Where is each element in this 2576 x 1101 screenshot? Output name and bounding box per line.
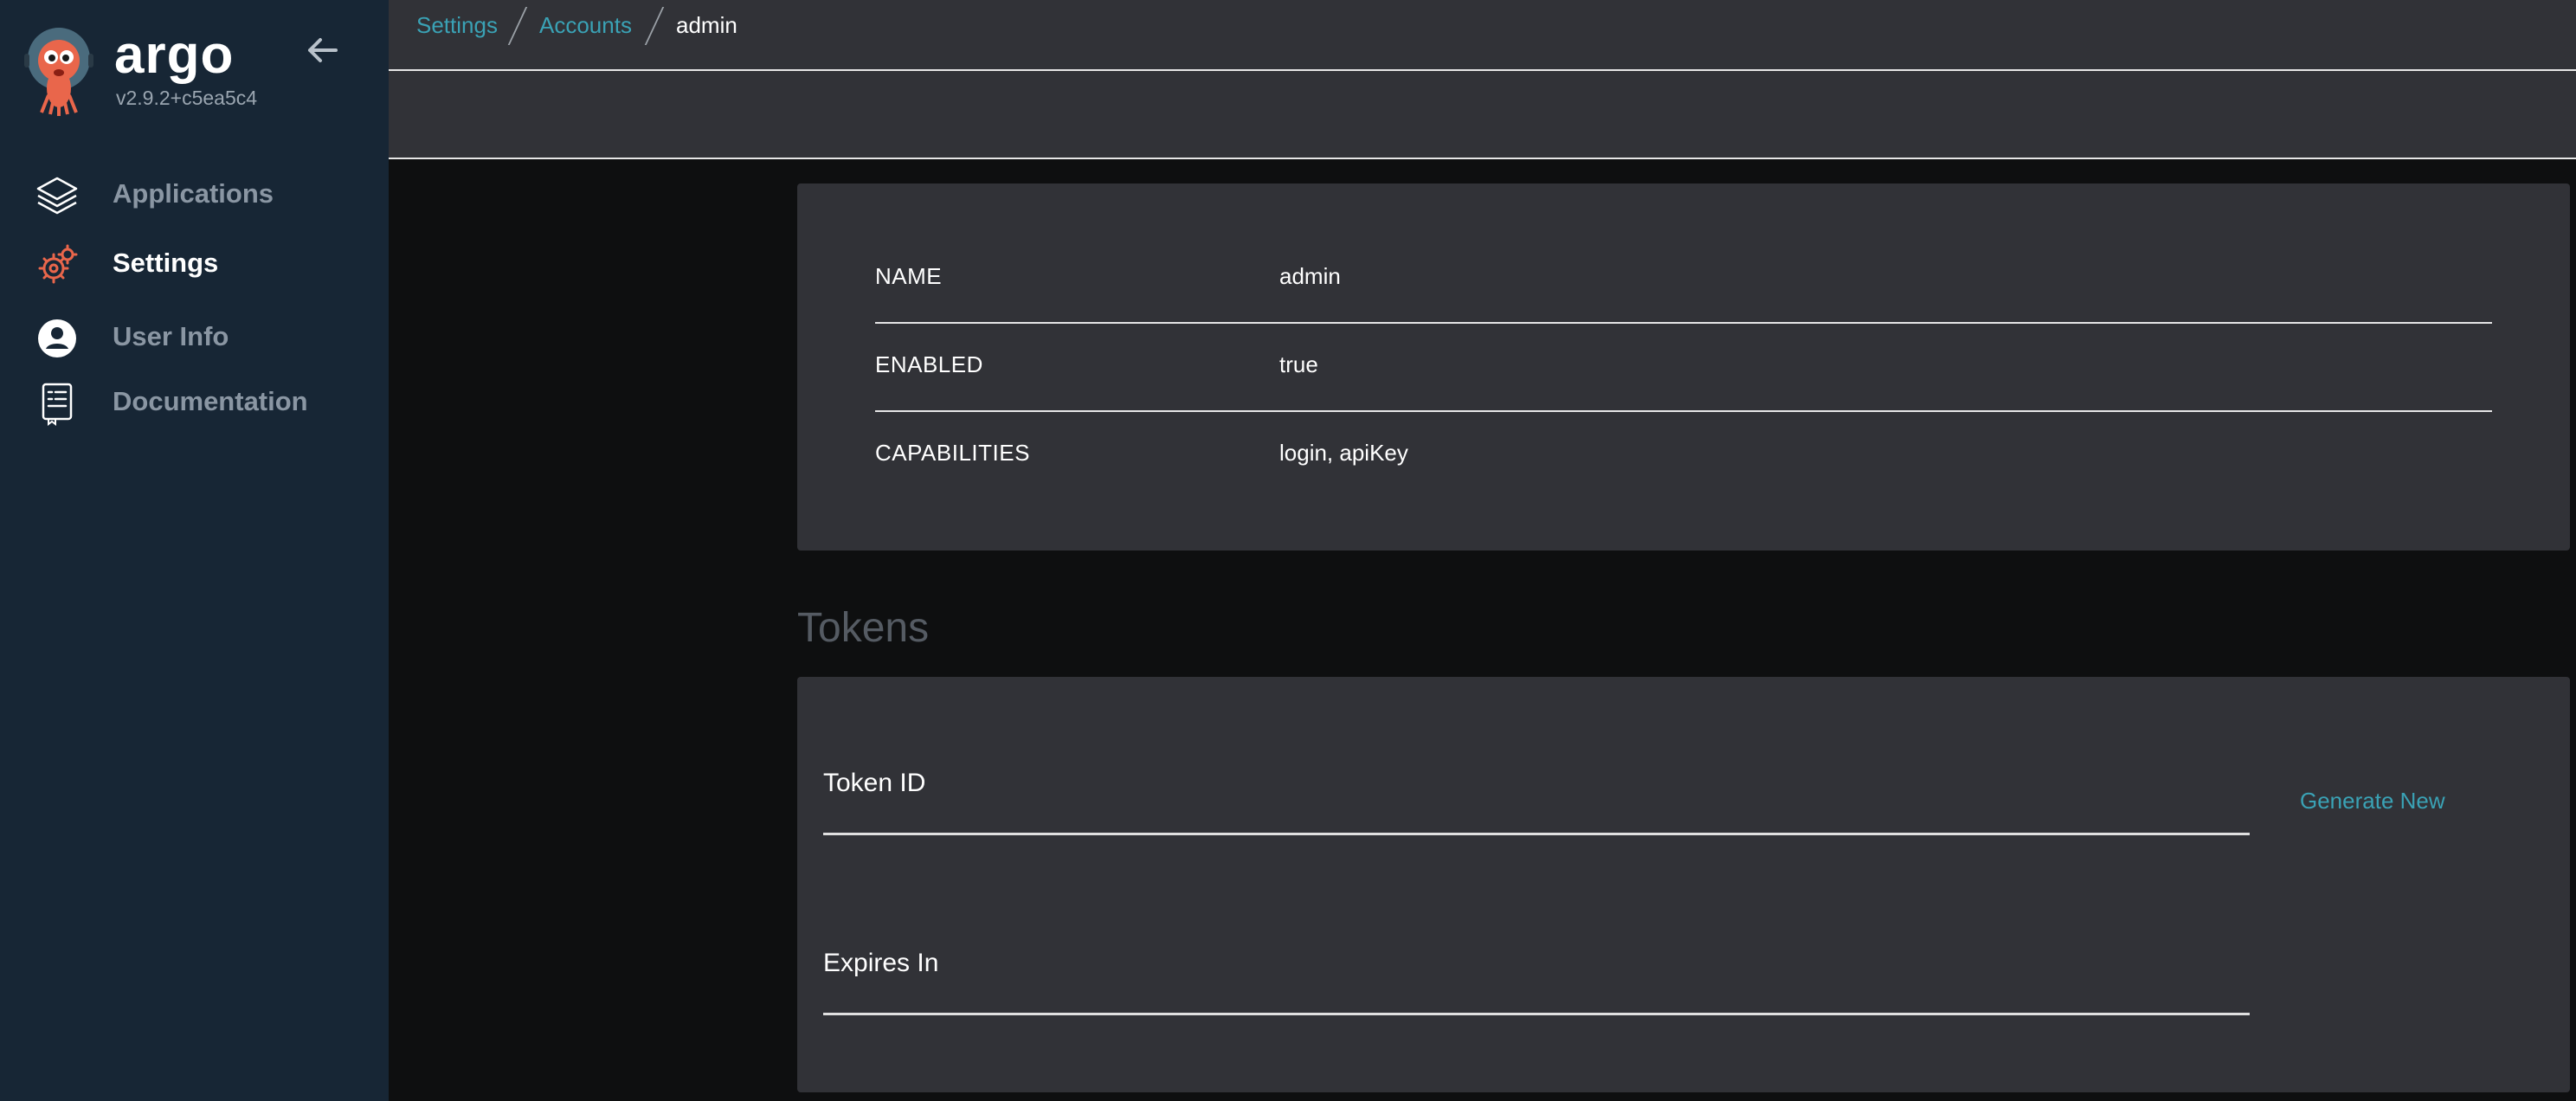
toolbar: [389, 71, 2576, 159]
arrow-left-icon: [308, 38, 338, 62]
account-row-capabilities: CAPABILITIES login, apiKey: [875, 410, 2492, 497]
sidebar-item-label: Documentation: [113, 386, 308, 416]
breadcrumb-separator: [507, 7, 528, 45]
row-value: true: [1279, 351, 1318, 377]
layers-icon: [36, 177, 78, 215]
breadcrumb-current: admin: [676, 12, 737, 38]
version-label: v2.9.2+c5ea5c4: [116, 87, 258, 109]
token-id-input[interactable]: [823, 769, 2253, 814]
user-circle-icon: [38, 319, 76, 357]
expires-in-underline: [823, 1013, 2250, 1015]
sidebar-item-label: Applications: [113, 178, 274, 209]
brand-name: argo: [114, 25, 235, 85]
argo-logo[interactable]: [23, 26, 95, 116]
row-value: admin: [1279, 263, 1341, 289]
document-icon: [42, 383, 73, 426]
row-key: NAME: [875, 263, 943, 289]
sidebar-item-user-info[interactable]: User Info: [0, 311, 389, 363]
expires-in-input[interactable]: [823, 949, 2253, 994]
row-key: ENABLED: [875, 351, 983, 377]
row-key: CAPABILITIES: [875, 440, 1030, 466]
breadcrumb-separator: [644, 7, 665, 45]
generate-new-button[interactable]: Generate New: [2300, 788, 2445, 814]
tokens-heading: Tokens: [797, 605, 930, 651]
sidebar: argo v2.9.2+c5ea5c4 Applications Setting…: [0, 0, 389, 1101]
collapse-sidebar-button[interactable]: [303, 31, 341, 69]
tokens-panel: Token ID Generate New Expires In: [797, 677, 2570, 1092]
sidebar-item-settings[interactable]: Settings: [0, 237, 389, 289]
sidebar-item-label: Settings: [113, 248, 219, 278]
row-value: login, apiKey: [1279, 440, 1408, 466]
account-info-panel: NAME admin ENABLED true CAPABILITIES log…: [797, 184, 2570, 550]
sidebar-item-applications[interactable]: Applications: [0, 168, 389, 220]
breadcrumb-settings-link[interactable]: Settings: [416, 12, 498, 39]
account-row-enabled: ENABLED true: [875, 322, 2492, 409]
account-row-name: NAME admin: [875, 234, 2492, 320]
token-id-underline: [823, 833, 2250, 835]
sidebar-item-documentation[interactable]: Documentation: [0, 376, 389, 428]
gear-icon: [38, 244, 78, 284]
breadcrumb: Settings Accounts admin: [389, 0, 2576, 71]
breadcrumb-accounts-link[interactable]: Accounts: [539, 12, 632, 39]
sidebar-item-label: User Info: [113, 321, 229, 351]
